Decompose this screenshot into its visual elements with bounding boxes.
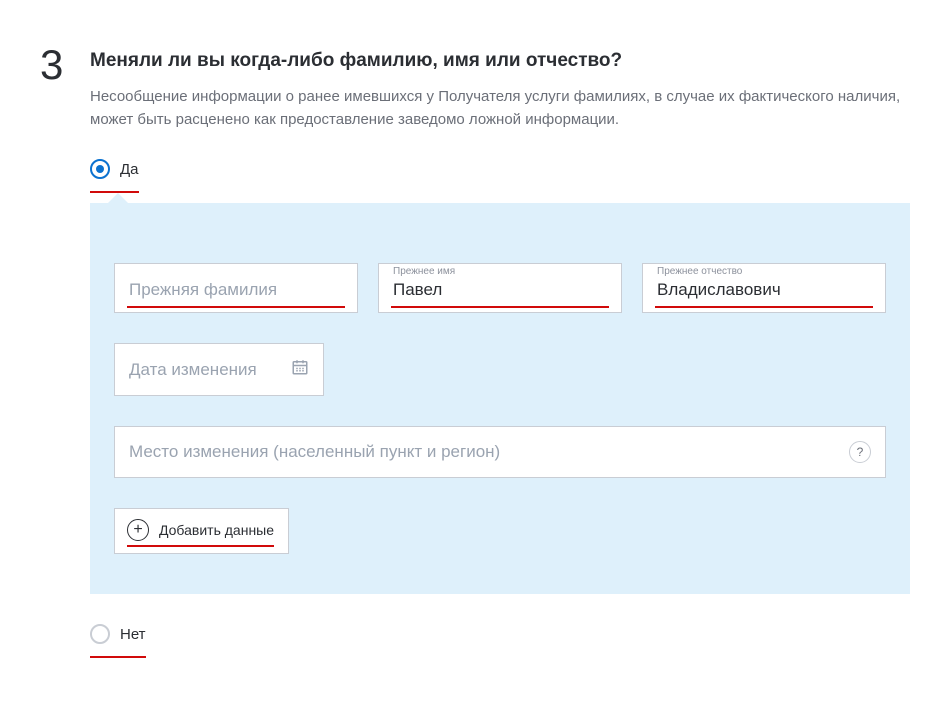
radio-unselected-icon [90, 624, 110, 644]
name-change-panel: Прежняя фамилия Прежнее имя Павел Прежне… [90, 203, 910, 594]
step-number: 3 [40, 44, 90, 86]
previous-firstname-field[interactable]: Прежнее имя Павел [378, 263, 622, 313]
previous-surname-placeholder: Прежняя фамилия [129, 280, 343, 300]
change-place-placeholder: Место изменения (населенный пункт и реги… [129, 442, 500, 462]
change-place-field[interactable]: Место изменения (населенный пункт и реги… [114, 426, 886, 478]
plus-icon: + [127, 519, 149, 541]
radio-yes[interactable]: Да [90, 159, 139, 179]
calendar-icon [291, 358, 309, 381]
previous-patronymic-value: Владиславович [657, 280, 871, 300]
previous-surname-field[interactable]: Прежняя фамилия [114, 263, 358, 313]
change-date-placeholder: Дата изменения [129, 360, 257, 380]
add-data-button[interactable]: + Добавить данные [114, 508, 289, 554]
question-description: Несообщение информации о ранее имевшихся… [90, 86, 910, 131]
add-data-label: Добавить данные [159, 522, 274, 538]
previous-patronymic-float-label: Прежнее отчество [657, 266, 742, 277]
radio-no[interactable]: Нет [90, 624, 146, 644]
radio-selected-icon [90, 159, 110, 179]
previous-firstname-value: Павел [393, 280, 607, 300]
change-date-field[interactable]: Дата изменения [114, 343, 324, 396]
radio-yes-label: Да [120, 161, 139, 178]
help-icon[interactable]: ? [849, 441, 871, 463]
previous-patronymic-field[interactable]: Прежнее отчество Владиславович [642, 263, 886, 313]
radio-no-label: Нет [120, 626, 146, 643]
question-title: Меняли ли вы когда-либо фамилию, имя или… [90, 50, 910, 72]
previous-firstname-float-label: Прежнее имя [393, 266, 455, 277]
